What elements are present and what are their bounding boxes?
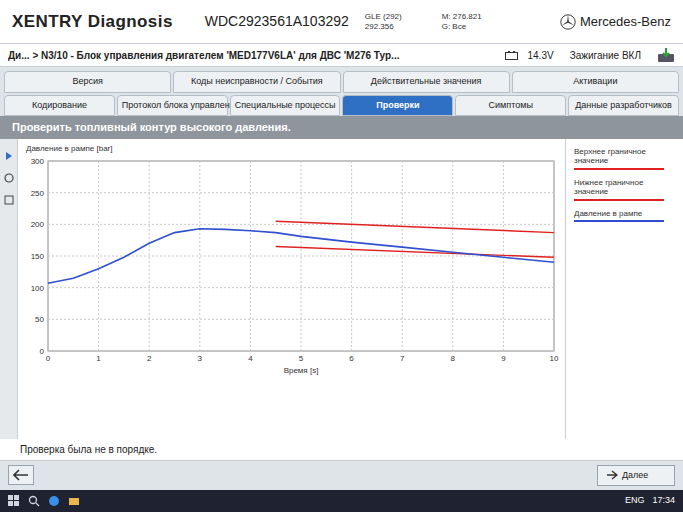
y-tick: 300 <box>31 157 45 166</box>
legend-swatch <box>574 199 664 201</box>
x-tick: 9 <box>501 354 506 363</box>
result-bar: Проверка была не в порядке. <box>0 439 683 460</box>
legend-item: Давление в рампе <box>574 209 675 223</box>
y-tick: 100 <box>31 283 45 292</box>
back-arrow-icon <box>13 469 29 481</box>
tray: ENG 17:34 <box>625 494 675 508</box>
legend: Верхнее граничное значение Нижнее граничн… <box>565 139 683 439</box>
brand: Mercedes-Benz <box>560 12 671 32</box>
gearbox: G: Все <box>442 22 482 32</box>
model-info: GLE (292)292.356 <box>365 12 402 31</box>
tab-label: Кодирование <box>32 100 87 110</box>
brand-name: Mercedes-Benz <box>580 12 671 32</box>
x-tick: 6 <box>349 354 354 363</box>
tab[interactable]: Версия <box>4 71 171 93</box>
window-icon[interactable] <box>4 195 14 205</box>
y-tick: 250 <box>31 188 45 197</box>
engine: M: 276.821 <box>442 12 482 22</box>
x-tick: 2 <box>147 354 152 363</box>
voltage: 14.3V <box>527 48 553 63</box>
tab-label: Данные разработчиков <box>575 100 672 110</box>
legend-item: Нижнее граничное значение <box>574 178 675 201</box>
tab-label: Коды неисправности / События <box>191 76 323 86</box>
panel-title-bar: Проверить топливный контур высокого давл… <box>0 116 683 139</box>
tab-label: Активации <box>573 76 617 86</box>
x-tick: 3 <box>198 354 203 363</box>
tab-label: Версия <box>72 76 102 86</box>
next-arrow-icon <box>606 470 618 480</box>
tab-label: Протокол блока управления <box>122 100 240 110</box>
tab[interactable]: Протокол блока управления <box>117 95 228 117</box>
x-tick: 1 <box>96 354 101 363</box>
legend-label: Нижнее граничное значение <box>574 178 675 197</box>
browser-icon[interactable] <box>48 495 60 507</box>
tab-row: КодированиеПротокол блока управленияСпец… <box>0 95 683 117</box>
legend-label: Давление в рампе <box>574 209 675 219</box>
mercedes-star-icon <box>560 14 576 30</box>
refresh-icon[interactable] <box>4 173 14 183</box>
model: GLE (292) <box>365 12 402 22</box>
x-axis-title: Время [s] <box>284 366 319 375</box>
y-axis-title: Давление в рампе [bar] <box>22 143 561 155</box>
tab[interactable]: Кодирование <box>4 95 115 117</box>
battery-icon <box>505 51 519 60</box>
download-icon[interactable] <box>657 47 675 63</box>
series-line <box>276 221 554 232</box>
legend-label: Верхнее граничное значение <box>574 147 675 166</box>
main-area: Давление в рампе [bar]050100150200250300… <box>0 139 683 439</box>
tab[interactable]: Действительные значения <box>343 71 510 93</box>
y-tick: 0 <box>40 347 45 356</box>
legend-swatch <box>574 220 664 222</box>
tabs: Версия Коды неисправности / События Действ… <box>0 67 683 116</box>
x-tick: 4 <box>248 354 253 363</box>
tab-label: Симптомы <box>489 100 533 110</box>
x-tick: 10 <box>550 354 559 363</box>
y-tick: 150 <box>31 252 45 261</box>
tab[interactable]: Коды неисправности / События <box>173 71 340 93</box>
legend-item: Верхнее граничное значение <box>574 147 675 170</box>
taskbar: ENG 17:34 <box>0 490 683 512</box>
result-text: Проверка была не в порядке. <box>20 442 663 457</box>
y-tick: 200 <box>31 220 45 229</box>
header: XENTRY Diagnosis WDC2923561A103292 GLE (29… <box>0 0 683 44</box>
language[interactable]: ENG <box>625 494 645 508</box>
folder-icon[interactable] <box>68 495 80 507</box>
y-tick: 50 <box>35 315 44 324</box>
start-icon[interactable] <box>8 495 20 507</box>
tab-label: Проверки <box>376 100 419 110</box>
tab[interactable]: Проверки <box>342 95 453 117</box>
tab-row: Версия Коды неисправности / События Действ… <box>0 71 683 93</box>
panel-title: Проверить топливный контур высокого давл… <box>12 119 671 136</box>
x-tick: 5 <box>299 354 304 363</box>
ignition: Зажигание ВКЛ <box>570 48 641 63</box>
tab[interactable]: Симптомы <box>455 95 566 117</box>
search-icon[interactable] <box>28 495 40 507</box>
clock: 17:34 <box>652 494 675 508</box>
tab-label: Специальные процессы <box>235 100 336 110</box>
app-title: XENTRY Diagnosis <box>12 9 173 35</box>
x-tick: 0 <box>46 354 51 363</box>
x-tick: 7 <box>400 354 405 363</box>
chart: Давление в рампе [bar]050100150200250300… <box>18 139 565 439</box>
left-toolbar <box>0 139 18 439</box>
legend-swatch <box>574 168 664 170</box>
tab[interactable]: Активации <box>512 71 679 93</box>
breadcrumb-bar: Ди... > N3/10 - Блок управления двигател… <box>0 44 683 67</box>
tab[interactable]: Данные разработчиков <box>568 95 679 117</box>
button-bar: Далее <box>0 460 683 491</box>
tab[interactable]: Специальные процессы <box>230 95 341 117</box>
engine-info: M: 276.821G: Все <box>442 12 482 31</box>
series-line <box>48 228 554 282</box>
play-icon[interactable] <box>4 151 14 161</box>
next-button[interactable]: Далее <box>597 465 675 487</box>
next-label: Далее <box>622 469 648 483</box>
vin: WDC2923561A103292 <box>205 11 349 32</box>
tab-label: Действительные значения <box>371 76 482 86</box>
back-button[interactable] <box>8 465 34 485</box>
x-tick: 8 <box>451 354 456 363</box>
breadcrumb[interactable]: Ди... > N3/10 - Блок управления двигател… <box>8 48 497 63</box>
chart-plot: 0 50 100 150 200 250 300 0 1 2 3 4 5 6 7 8 9 10 Время [s] <box>22 155 562 379</box>
model-code: 292.356 <box>365 22 402 32</box>
